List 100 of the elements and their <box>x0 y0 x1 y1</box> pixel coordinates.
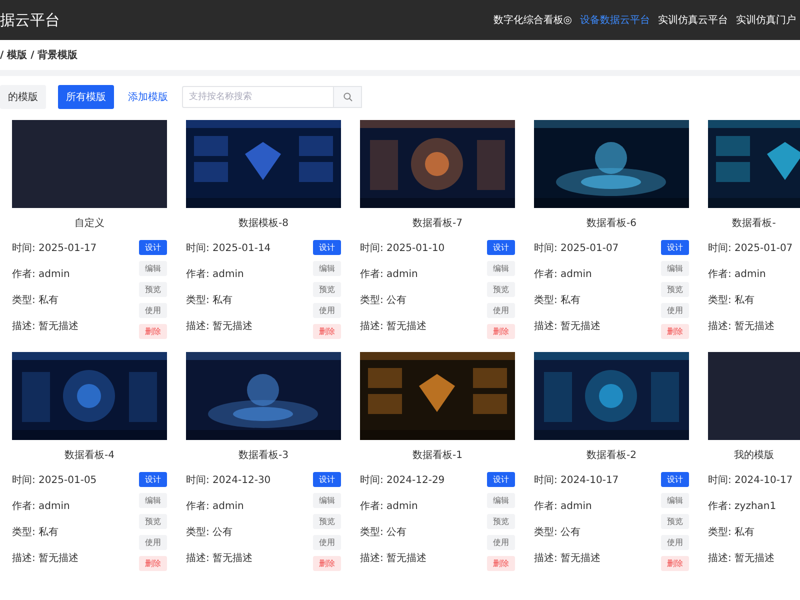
card-info: 时间: 2025-01-07 <box>534 242 619 256</box>
add-template-link[interactable]: 添加模版 <box>126 90 170 104</box>
card-info: 描述: 暂无描述 <box>186 320 254 334</box>
card-action-button[interactable]: 设计 <box>313 240 341 255</box>
card-title: 数据看板-4 <box>64 448 116 462</box>
card-action-button[interactable]: 删除 <box>313 556 341 571</box>
nav-link[interactable]: 实训仿真门户 <box>736 13 796 27</box>
card-info: 时间: 2024-12-29 <box>360 474 445 488</box>
card-action-button[interactable]: 删除 <box>139 556 167 571</box>
card-action-button[interactable]: 使用 <box>487 535 515 550</box>
card-info: 作者: admin <box>708 268 767 282</box>
card-action-button[interactable]: 删除 <box>487 324 515 339</box>
card-info: 时间: 2024-10-17 <box>534 474 619 488</box>
filter-tab[interactable]: 的模版 <box>0 85 46 109</box>
card-action-button[interactable]: 设计 <box>487 240 515 255</box>
card-info: 时间: 2025-01-07 <box>708 242 793 256</box>
card-action-button[interactable]: 编辑 <box>313 493 341 508</box>
card-info: 类型: 公有 <box>534 526 582 540</box>
card-info: 描述: 暂无描述 <box>12 552 80 566</box>
card-info: 作者: admin <box>12 500 71 514</box>
card-info: 时间: 2025-01-14 <box>186 242 271 256</box>
card-action-button[interactable]: 使用 <box>313 303 341 318</box>
card-action-button[interactable]: 预览 <box>487 514 515 529</box>
card-title: 数据看板- <box>731 216 777 230</box>
card-info: 作者: admin <box>534 500 593 514</box>
nav-link[interactable]: 数字化综合看板◎ <box>493 13 572 27</box>
card-action-button[interactable]: 编辑 <box>139 261 167 276</box>
card-info: 类型: 公有 <box>360 294 408 308</box>
card-info: 类型: 私有 <box>12 294 60 308</box>
card-action-button[interactable]: 编辑 <box>487 261 515 276</box>
breadcrumb: / 模版 / 背景模版 <box>0 48 78 62</box>
card-action-button[interactable]: 编辑 <box>661 493 689 508</box>
card-info: 类型: 私有 <box>12 526 60 540</box>
card-action-button[interactable]: 使用 <box>661 535 689 550</box>
card-info: 时间: 2025-01-17 <box>12 242 97 256</box>
card-action-button[interactable]: 设计 <box>487 472 515 487</box>
card-action-button[interactable]: 使用 <box>487 303 515 318</box>
card-action-button[interactable]: 预览 <box>661 514 689 529</box>
filter-tab[interactable]: 所有模版 <box>58 85 114 109</box>
card-action-button[interactable]: 设计 <box>313 472 341 487</box>
card-info: 作者: admin <box>186 268 245 282</box>
card-action-button[interactable]: 预览 <box>139 514 167 529</box>
card-action-button[interactable]: 编辑 <box>139 493 167 508</box>
card-info: 作者: admin <box>186 500 245 514</box>
card-info: 描述: 暂无描述 <box>708 320 776 334</box>
card-info: 描述: 暂无描述 <box>186 552 254 566</box>
card-info: 时间: 2024-10-17 <box>708 474 793 488</box>
card-action-button[interactable]: 使用 <box>313 535 341 550</box>
card-info: 描述: 暂无描述 <box>360 552 428 566</box>
card-action-button[interactable]: 设计 <box>139 472 167 487</box>
nav-link[interactable]: 实训仿真云平台 <box>658 13 728 27</box>
card-action-button[interactable]: 使用 <box>139 303 167 318</box>
card-info: 时间: 2025-01-10 <box>360 242 445 256</box>
card-info: 类型: 私有 <box>708 294 756 308</box>
card-action-button[interactable]: 删除 <box>487 556 515 571</box>
card-info: 类型: 私有 <box>534 294 582 308</box>
card-action-button[interactable]: 设计 <box>139 240 167 255</box>
card-action-button[interactable]: 预览 <box>139 282 167 297</box>
card-action-button[interactable]: 预览 <box>487 282 515 297</box>
card-info: 作者: admin <box>360 500 419 514</box>
card-action-button[interactable]: 删除 <box>661 556 689 571</box>
card-title: 自定义 <box>74 216 106 230</box>
card-info: 类型: 公有 <box>186 526 234 540</box>
card-title: 数据看板-1 <box>412 448 464 462</box>
card-action-button[interactable]: 预览 <box>661 282 689 297</box>
card-action-button[interactable]: 使用 <box>661 303 689 318</box>
card-info: 描述: 暂无描述 <box>360 320 428 334</box>
card-action-button[interactable]: 设计 <box>661 240 689 255</box>
card-info: 类型: 公有 <box>360 526 408 540</box>
card-info: 时间: 2025-01-05 <box>12 474 97 488</box>
card-info: 作者: admin <box>12 268 71 282</box>
card-action-button[interactable]: 编辑 <box>487 493 515 508</box>
search-field[interactable]: 支持按名称搜索 <box>182 86 334 108</box>
card-info: 描述: 暂无描述 <box>12 320 80 334</box>
card-title: 数据看板-6 <box>586 216 638 230</box>
card-title: 数据看板-3 <box>238 448 290 462</box>
card-info: 描述: 暂无描述 <box>708 552 776 566</box>
card-info: 作者: admin <box>360 268 419 282</box>
card-action-button[interactable]: 编辑 <box>313 261 341 276</box>
card-info: 作者: zyzhan1 <box>708 500 778 514</box>
card-info: 类型: 私有 <box>186 294 234 308</box>
card-info: 类型: 私有 <box>708 526 756 540</box>
card-info: 描述: 暂无描述 <box>534 552 602 566</box>
card-title: 我的模版 <box>733 448 775 462</box>
card-info: 描述: 暂无描述 <box>534 320 602 334</box>
search-icon[interactable] <box>334 86 362 108</box>
card-action-button[interactable]: 删除 <box>313 324 341 339</box>
card-title: 数据看板-2 <box>586 448 638 462</box>
card-action-button[interactable]: 预览 <box>313 282 341 297</box>
card-action-button[interactable]: 使用 <box>139 535 167 550</box>
card-action-button[interactable]: 编辑 <box>661 261 689 276</box>
nav-link[interactable]: 设备数据云平台 <box>580 13 650 27</box>
card-action-button[interactable]: 设计 <box>661 472 689 487</box>
card-info: 作者: admin <box>534 268 593 282</box>
card-title: 数据看板-7 <box>412 216 464 230</box>
card-info: 时间: 2024-12-30 <box>186 474 271 488</box>
app-title: 据云平台 <box>0 10 60 30</box>
card-action-button[interactable]: 删除 <box>139 324 167 339</box>
card-action-button[interactable]: 预览 <box>313 514 341 529</box>
card-action-button[interactable]: 删除 <box>661 324 689 339</box>
